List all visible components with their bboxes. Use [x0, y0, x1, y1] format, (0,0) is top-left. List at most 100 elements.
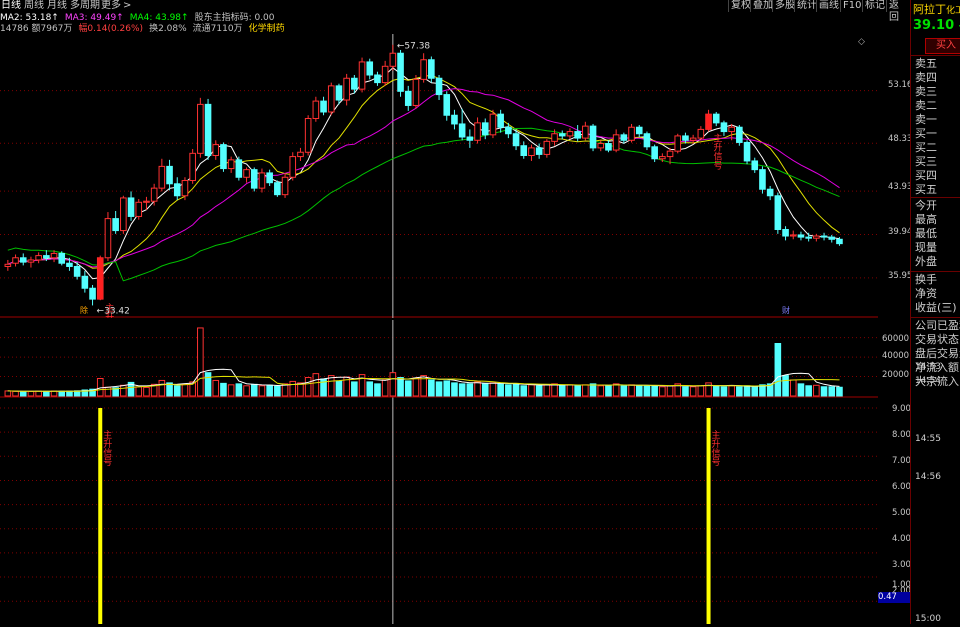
ma-line-white	[7, 67, 840, 280]
candle-body	[836, 238, 843, 245]
volume-bar	[535, 385, 543, 397]
quote-row-label: 买一	[915, 127, 937, 140]
candle-body	[89, 287, 96, 300]
volume-bar	[813, 384, 820, 397]
candle-body	[297, 151, 304, 158]
tab-more[interactable]: 更多	[101, 0, 121, 12]
candle-body	[335, 85, 343, 101]
candle-body	[220, 144, 227, 170]
volume-bar	[743, 385, 751, 397]
candle-body	[628, 126, 635, 141]
volume-bar	[181, 383, 189, 397]
tab-weekly[interactable]: 周线	[24, 0, 44, 12]
candle-body	[420, 59, 427, 80]
candle-body	[797, 234, 805, 238]
volume-bar	[312, 373, 320, 397]
volume-bar	[635, 385, 643, 397]
draw-line-button[interactable]: 画线	[816, 0, 841, 12]
candle-body	[474, 122, 481, 141]
quote-row-label: 净资	[915, 287, 937, 300]
volume-bar	[558, 385, 566, 397]
volume-bar	[574, 385, 581, 397]
candle-body	[412, 78, 420, 106]
quote-row-label: 卖二	[915, 99, 937, 112]
candle-body	[381, 65, 389, 84]
candle-body	[689, 137, 697, 141]
tab-monthly[interactable]: 月线	[47, 0, 67, 12]
volume-chart[interactable]	[0, 320, 878, 398]
candlestick-chart[interactable]: 主升信号主升信号←57.38←33.42除财◇	[0, 34, 878, 340]
volume-bar	[66, 390, 73, 397]
volume-bar	[466, 383, 474, 397]
candle-body	[173, 183, 181, 197]
candle-body	[312, 100, 320, 120]
volume-bar	[19, 391, 27, 397]
candle-body	[127, 197, 135, 217]
price-tick: 48.33	[888, 134, 913, 144]
quote-value-2: 换2.08%	[149, 24, 187, 34]
volume-bar	[512, 383, 520, 397]
volume-bar	[250, 383, 258, 397]
candle-body	[543, 140, 551, 155]
volume-bar	[481, 383, 489, 397]
candle-body	[728, 126, 735, 133]
divider	[911, 55, 960, 56]
more-caret-icon[interactable]: >	[123, 0, 131, 12]
quote-row-label: 盘后交易量	[915, 347, 960, 360]
volume-bar	[828, 386, 836, 397]
indicator-chart-pane[interactable]: 主升信号 主升信号	[0, 398, 878, 624]
volume-bar	[204, 372, 212, 397]
volume-bar	[366, 381, 374, 397]
volume-bar	[682, 386, 689, 397]
volume-bar	[143, 386, 150, 397]
quote-value-1: 幅0.14(0.26%)	[78, 24, 144, 34]
volume-bar	[689, 386, 697, 397]
candle-body	[27, 259, 35, 263]
volume-bar	[643, 385, 651, 397]
candle-body	[358, 61, 366, 90]
candle-body	[651, 146, 658, 160]
indicator-chart[interactable]: 主升信号 主升信号	[0, 398, 878, 624]
price-chart-pane[interactable]: 主升信号主升信号←57.38←33.42除财◇	[0, 34, 878, 340]
quote-row-label: 卖一	[915, 113, 937, 126]
tick-time: 14:56	[915, 472, 941, 482]
volume-bar	[805, 385, 812, 397]
tab-multi-period[interactable]: 多周期	[70, 0, 100, 12]
candle-body	[612, 134, 620, 151]
candle-body	[150, 187, 158, 202]
f10-button[interactable]: F10	[840, 0, 863, 12]
candle-body	[143, 200, 150, 203]
indicator-current-value: 0.47	[878, 592, 910, 603]
volume-bar	[458, 383, 466, 397]
volume-bar	[389, 372, 397, 397]
ma-value-3: 股东主指标码: 0.00	[194, 13, 275, 23]
buy-button[interactable]: 买入	[925, 38, 960, 54]
candle-body	[720, 122, 728, 133]
volume-bar	[836, 386, 843, 397]
ma-line-yellow	[7, 74, 840, 269]
candle-body	[512, 133, 520, 147]
tab-daily[interactable]: 日线	[1, 0, 21, 12]
candle-body	[166, 165, 173, 185]
volume-bar	[528, 384, 535, 397]
quote-row-label: 今开	[915, 199, 937, 212]
candle-body	[289, 156, 297, 178]
quote-row-label: 交易状态:	[915, 333, 960, 346]
back-button[interactable]: 返回	[886, 0, 910, 23]
quote-row-label: 买二	[915, 141, 937, 154]
mark-button[interactable]: 标记	[862, 0, 887, 12]
candle-body	[120, 197, 127, 232]
candle-body	[227, 159, 235, 170]
candle-body	[789, 234, 797, 237]
volume-bar	[820, 386, 828, 397]
stock-name[interactable]: 阿拉丁	[913, 3, 946, 16]
volume-bar	[628, 384, 635, 397]
volume-chart-pane[interactable]	[0, 320, 878, 398]
quote-sidebar: 阿拉丁化工 39.10 -0 买入 卖五卖四卖三卖二卖一买一买二买三买四买五今开…	[910, 0, 960, 624]
candle-body	[666, 150, 674, 158]
price-tick: 53.16	[888, 80, 913, 90]
price-tick: 39.94	[888, 227, 913, 237]
candle-body	[820, 235, 828, 238]
volume-bar	[258, 385, 266, 397]
indicator-tick: 4.00	[892, 534, 911, 544]
